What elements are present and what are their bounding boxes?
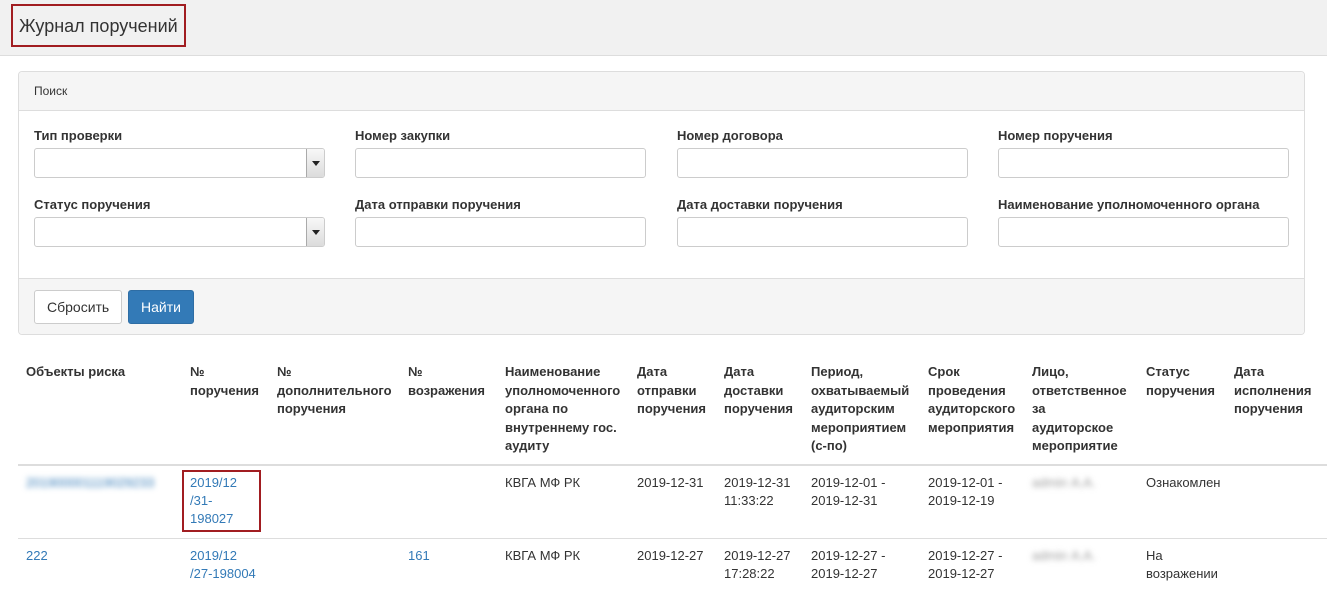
search-panel-footer: Сбросить Найти xyxy=(19,278,1304,334)
risk-object-link[interactable]: 201900001119029233 xyxy=(26,475,154,490)
period-cell: 2019-12-27 - 2019-12-27 xyxy=(803,537,920,590)
status-cell: На возражении xyxy=(1138,537,1226,590)
purchase-number-label: Номер закупки xyxy=(355,128,451,143)
order-number-label: Номер поручения xyxy=(998,128,1113,143)
check-type-select[interactable] xyxy=(34,148,325,178)
order-number-link[interactable]: 2019/12 /27-198004 xyxy=(190,548,256,582)
column-header[interactable]: Срок проведения аудиторского мероприятия xyxy=(920,355,1024,466)
send-date-field: Дата отправки поручения xyxy=(355,197,646,247)
orders-table: Объекты риска № поручения № дополнительн… xyxy=(18,355,1327,590)
order-number-field: Номер поручения xyxy=(998,128,1289,178)
exec-date-cell xyxy=(1226,464,1327,538)
purchase-number-input[interactable] xyxy=(356,149,645,177)
column-header[interactable]: Наименование уполномоченного органа по в… xyxy=(497,355,629,466)
order-number-link[interactable]: 2019/12 /31-198027 xyxy=(190,475,237,526)
additional-order-cell xyxy=(269,537,400,590)
column-header[interactable]: Статус поручения xyxy=(1138,355,1226,466)
contract-number-label: Номер договора xyxy=(677,128,783,143)
authority-cell: КВГА МФ РК xyxy=(497,464,629,538)
check-type-label: Тип проверки xyxy=(34,128,123,143)
send-date-cell: 2019-12-31 xyxy=(629,464,716,538)
table-row: 201900001119029233 2019/12 /31-198027 КВ… xyxy=(18,464,1327,538)
delivery-date-label: Дата доставки поручения xyxy=(677,197,843,212)
check-type-field: Тип проверки xyxy=(34,128,325,178)
order-status-input[interactable] xyxy=(35,218,324,246)
term-cell: 2019-12-27 - 2019-12-27 xyxy=(920,537,1024,590)
table-header-row: Объекты риска № поручения № дополнительн… xyxy=(18,355,1327,466)
page-header: Журнал поручений xyxy=(0,0,1327,56)
check-type-input[interactable] xyxy=(35,149,324,177)
authority-name-field: Наименование уполномоченного органа xyxy=(998,197,1289,247)
find-button[interactable]: Найти xyxy=(128,290,194,324)
objection-link[interactable]: 161 xyxy=(408,548,430,563)
column-header[interactable]: Объекты риска xyxy=(18,355,182,466)
period-cell: 2019-12-01 - 2019-12-31 xyxy=(803,464,920,538)
table-row: 222 2019/12 /27-198004 161 КВГА МФ РК 20… xyxy=(18,537,1327,590)
delivery-date-cell: 2019-12-31 11:33:22 xyxy=(716,464,803,538)
column-header[interactable]: Дата отправки поручения xyxy=(629,355,716,466)
column-header[interactable]: № дополнительного поручения xyxy=(269,355,400,466)
order-status-field: Статус поручения xyxy=(34,197,325,247)
status-cell: Ознакомлен xyxy=(1138,464,1226,538)
order-number-highlight: 2019/12 /31-198027 xyxy=(182,469,261,532)
column-header[interactable]: № поручения xyxy=(182,355,269,466)
authority-name-input[interactable] xyxy=(999,218,1288,246)
contract-number-input[interactable] xyxy=(678,149,967,177)
delivery-date-input[interactable] xyxy=(678,218,967,246)
send-date-cell: 2019-12-27 xyxy=(629,537,716,590)
exec-date-cell xyxy=(1226,537,1327,590)
authority-name-label: Наименование уполномоченного органа xyxy=(998,197,1260,212)
order-number-input[interactable] xyxy=(999,149,1288,177)
column-header[interactable]: Лицо, ответственное за аудиторское мероп… xyxy=(1024,355,1138,466)
additional-order-cell xyxy=(269,464,400,538)
responsible-cell: admin А.А. xyxy=(1032,474,1096,490)
search-panel-heading: Поиск xyxy=(19,72,1304,111)
risk-object-link[interactable]: 222 xyxy=(26,548,48,563)
send-date-input[interactable] xyxy=(356,218,645,246)
column-header[interactable]: Дата доставки поручения xyxy=(716,355,803,466)
delivery-date-cell: 2019-12-27 17:28:22 xyxy=(716,537,803,590)
order-status-select[interactable] xyxy=(34,217,325,247)
page-title: Журнал поручений xyxy=(11,4,186,47)
column-header[interactable]: № возражения xyxy=(400,355,497,466)
chevron-down-icon[interactable] xyxy=(306,149,324,177)
search-panel: Поиск Тип проверки Номер закупки Номер д… xyxy=(18,71,1305,335)
send-date-label: Дата отправки поручения xyxy=(355,197,521,212)
column-header[interactable]: Период, охватываемый аудиторским меропри… xyxy=(803,355,920,466)
chevron-down-icon[interactable] xyxy=(306,218,324,246)
delivery-date-field: Дата доставки поручения xyxy=(677,197,968,247)
column-header[interactable]: Дата исполнения поручения xyxy=(1226,355,1327,466)
responsible-cell: admin А.А. xyxy=(1032,547,1096,563)
authority-cell: КВГА МФ РК xyxy=(497,537,629,590)
reset-button[interactable]: Сбросить xyxy=(34,290,123,324)
term-cell: 2019-12-01 - 2019-12-19 xyxy=(920,464,1024,538)
purchase-number-field: Номер закупки xyxy=(355,128,646,178)
order-status-label: Статус поручения xyxy=(34,197,151,212)
contract-number-field: Номер договора xyxy=(677,128,968,178)
